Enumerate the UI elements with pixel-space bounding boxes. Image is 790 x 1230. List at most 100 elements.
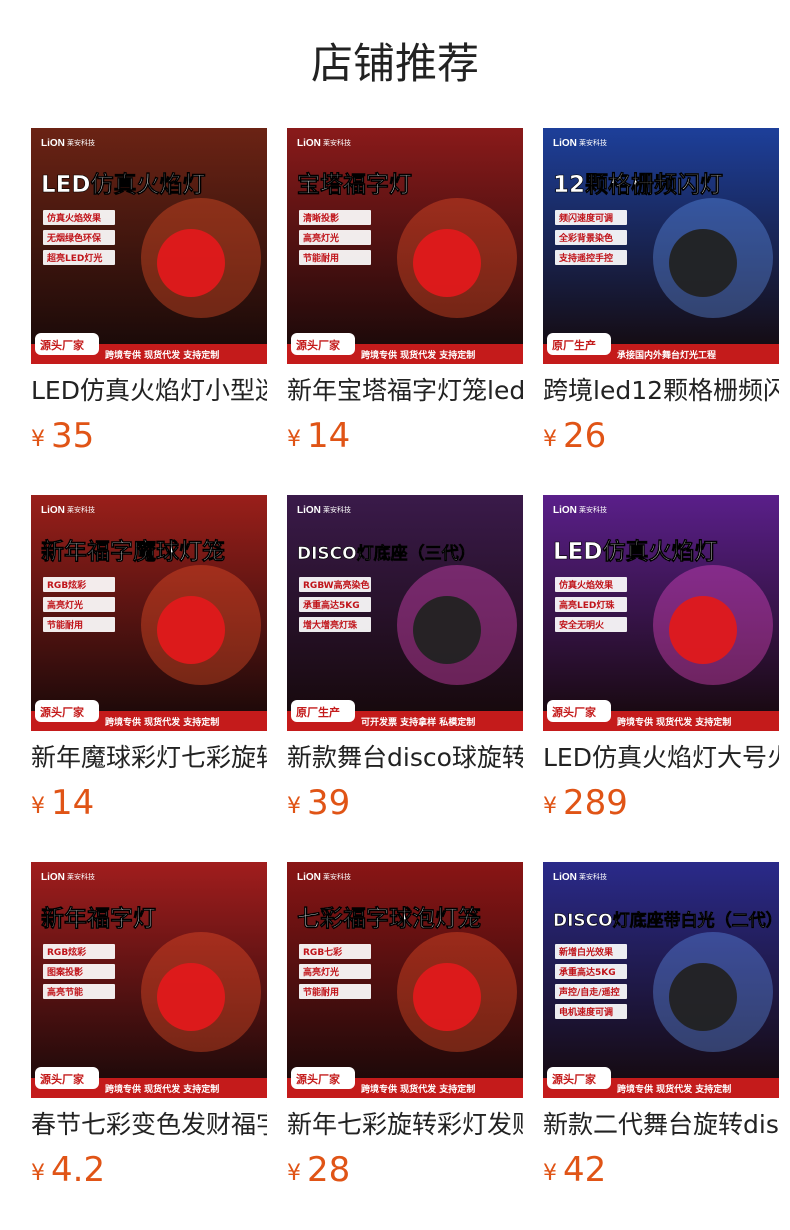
price-value: 35 — [51, 416, 95, 456]
source-tag: 源头厂家 — [296, 1072, 341, 1086]
product-price: ¥289 — [543, 781, 779, 831]
product-name[interactable]: 新款二代舞台旋转disco — [543, 1108, 779, 1142]
brand-logo: LiON — [553, 138, 577, 149]
footer-services: 可开发票 支持拿样 私模定制 — [361, 716, 475, 728]
currency-symbol: ¥ — [287, 1161, 301, 1186]
product-name[interactable]: 新年七彩旋转彩灯发财 — [287, 1108, 523, 1142]
product-image[interactable]: LiON 莱安科技 12颗格栅频闪灯频闪速度可调 全彩背景染色 支持遥控手控原厂生产承接… — [543, 128, 779, 364]
image-headline: LED仿真火焰灯 — [553, 538, 717, 565]
svg-text:莱安科技: 莱安科技 — [579, 872, 607, 881]
price-value: 28 — [307, 1150, 351, 1190]
feature-chip: 高亮灯光 — [303, 232, 339, 244]
brand-logo: LiON — [41, 872, 65, 883]
source-tag: 源头厂家 — [40, 705, 85, 719]
feature-chip: 增大增亮灯珠 — [303, 619, 358, 631]
svg-text:莱安科技: 莱安科技 — [579, 138, 607, 147]
image-headline: DISCO灯底座（三代） — [297, 543, 476, 564]
product-image[interactable]: LiON 莱安科技 DISCO灯底座带白光（二代） 新增白光效果 承重高达5KG 声控/自… — [543, 862, 779, 1098]
product-price: ¥35 — [31, 414, 267, 464]
svg-text:莱安科技: 莱安科技 — [579, 505, 607, 514]
currency-symbol: ¥ — [543, 427, 557, 452]
product-name[interactable]: 新年魔球彩灯七彩旋转 — [31, 741, 267, 775]
product-name[interactable]: LED仿真火焰灯小型迷你 — [31, 374, 267, 408]
feature-chip: 电机速度可调 — [559, 1006, 613, 1018]
product-price: ¥28 — [287, 1148, 523, 1198]
feature-chip: RGB七彩 — [303, 946, 342, 958]
feature-chip: 仿真火焰效果 — [47, 212, 102, 224]
feature-chip: 图案投影 — [47, 966, 83, 978]
feature-chip: 安全无明火 — [559, 619, 605, 631]
brand-logo: LiON — [297, 872, 321, 883]
footer-services: 跨境专供 现货代发 支持定制 — [105, 1083, 219, 1095]
image-headline: DISCO灯底座带白光（二代） — [553, 910, 779, 931]
currency-symbol: ¥ — [31, 794, 45, 819]
brand-logo: LiON — [553, 872, 577, 883]
currency-symbol: ¥ — [543, 794, 557, 819]
footer-services: 承接国内外舞台灯光工程 — [617, 349, 716, 361]
price-value: 14 — [307, 416, 351, 456]
feature-chip: 节能耐用 — [47, 619, 83, 631]
feature-chip: 清晰投影 — [303, 212, 339, 224]
image-headline: 新年福字灯 — [41, 905, 156, 932]
product-name[interactable]: 跨境led12颗格栅频闪灯 — [543, 374, 779, 408]
product-price: ¥26 — [543, 414, 779, 464]
footer-services: 跨境专供 现货代发 支持定制 — [617, 716, 731, 728]
product-price: ¥39 — [287, 781, 523, 831]
feature-chip: RGBW高亮染色 — [303, 579, 370, 591]
product-image[interactable]: LiON 莱安科技 LED仿真火焰灯 仿真火焰效果 无烟绿色环保 超亮LED灯光 源头厂家跨… — [31, 128, 267, 364]
feature-chip: 全彩背景染色 — [558, 232, 613, 244]
svg-text:莱安科技: 莱安科技 — [323, 872, 351, 881]
feature-chip: 频闪速度可调 — [559, 212, 613, 224]
feature-chip: 仿真火焰效果 — [559, 579, 614, 591]
feature-chip: 节能耐用 — [303, 986, 339, 998]
feature-chip: 支持遥控手控 — [558, 252, 613, 264]
feature-chip: 无烟绿色环保 — [46, 232, 102, 244]
product-image[interactable]: LiON 莱安科技 新年福字魔球灯笼 RGB炫彩 高亮灯光 节能耐用 源头厂家 跨境专供 现货… — [31, 495, 267, 731]
price-value: 42 — [563, 1150, 607, 1190]
currency-symbol: ¥ — [287, 794, 301, 819]
section-title: 店铺推荐 — [310, 39, 479, 88]
feature-chip: RGB炫彩 — [47, 946, 86, 958]
product-image[interactable]: LiON 莱安科技 宝塔福字灯 清晰投影 高亮灯光 节能耐用 源头厂家 跨境专供 现货代发 支… — [287, 128, 523, 364]
currency-symbol: ¥ — [31, 427, 45, 452]
svg-text:莱安科技: 莱安科技 — [67, 505, 95, 514]
product-name[interactable]: 春节七彩变色发财福字 — [31, 1108, 267, 1142]
price-value: 4.2 — [51, 1150, 106, 1190]
brand-logo: LiON — [41, 138, 65, 149]
feature-chip: 新增白光效果 — [559, 946, 614, 958]
price-value: 14 — [51, 783, 95, 823]
product-price: ¥14 — [287, 414, 523, 464]
product-name[interactable]: 新年宝塔福字灯笼led — [287, 374, 523, 408]
currency-symbol: ¥ — [31, 1161, 45, 1186]
feature-chip: 高亮灯光 — [303, 966, 339, 978]
image-headline: 12颗格栅频闪灯 — [553, 171, 723, 198]
product-price: ¥42 — [543, 1148, 779, 1198]
product-name[interactable]: LED仿真火焰灯大号火 — [543, 741, 779, 775]
feature-chip: 承重高达5KG — [559, 966, 616, 978]
product-price: ¥4.2 — [31, 1148, 267, 1198]
feature-chip: RGB炫彩 — [47, 579, 86, 591]
product-image[interactable]: LiON 莱安科技 新年福字灯 RGB炫彩 图案投影 高亮节能 源头厂家 跨境专供 现货代发 … — [31, 862, 267, 1098]
footer-services: 跨境专供 现货代发 支持定制 — [617, 1083, 731, 1095]
image-headline: 宝塔福字灯 — [297, 171, 412, 198]
svg-text:莱安科技: 莱安科技 — [323, 505, 351, 514]
image-headline: LED仿真火焰灯 — [41, 171, 205, 198]
product-image[interactable]: LiON 莱安科技 DISCO灯底座（三代） RGBW高亮染色 承重高达5KG 增大增亮灯… — [287, 495, 523, 731]
source-tag: 原厂生产 — [552, 338, 596, 352]
feature-chip: 高亮LED灯珠 — [559, 599, 615, 611]
footer-services: 跨境专供 现货代发 支持定制 — [361, 349, 475, 361]
source-tag: 源头厂家 — [552, 705, 597, 719]
product-image[interactable]: LiON 莱安科技 LED仿真火焰灯仿真火焰效果 高亮LED灯珠 安全无明火源头厂家跨境… — [543, 495, 779, 731]
feature-chip: 承重高达5KG — [303, 599, 360, 611]
price-value: 26 — [563, 416, 607, 456]
source-tag: 源头厂家 — [296, 338, 341, 352]
footer-services: 跨境专供 现货代发 支持定制 — [105, 716, 219, 728]
brand-logo: LiON — [553, 505, 577, 516]
source-tag: 原厂生产 — [296, 705, 340, 719]
svg-text:莱安科技: 莱安科技 — [67, 138, 95, 147]
price-value: 289 — [563, 783, 628, 823]
feature-chip: 超亮LED灯光 — [46, 252, 102, 264]
product-image[interactable]: LiON 莱安科技 七彩福字球泡灯笼 RGB七彩 高亮灯光 节能耐用 源头厂家 跨境专供 现货… — [287, 862, 523, 1098]
product-name[interactable]: 新款舞台disco球旋转 — [287, 741, 523, 775]
feature-chip: 节能耐用 — [303, 252, 339, 264]
